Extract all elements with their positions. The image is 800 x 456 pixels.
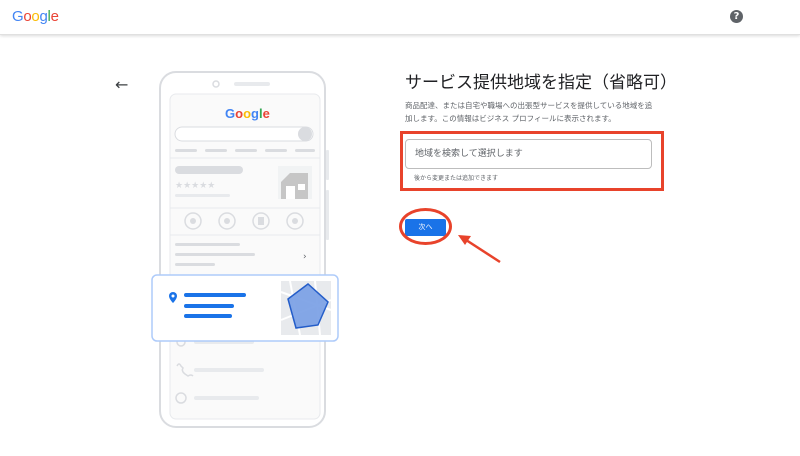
phone-chevron-right-icon: › (303, 252, 307, 262)
phone-illustration-svg: Google ★★★★★ › (151, 71, 339, 428)
google-logo: Google (12, 8, 59, 25)
phone-side-button-2 (326, 190, 329, 240)
page-description: 商品配達、または自宅や職場への出張型サービスを提供している地域を追加します。この… (405, 101, 653, 123)
annotation-arrow (462, 236, 501, 264)
phone-search-bar (174, 126, 314, 142)
annotation-arrow-head (458, 235, 471, 245)
annotation-circle (399, 208, 452, 245)
phone-illustration: Google ★★★★★ › (150, 70, 350, 436)
phone-google-logo: Google (225, 106, 270, 121)
phone-search-button (298, 127, 312, 141)
help-icon[interactable]: ? (730, 10, 743, 23)
phone-speaker (234, 82, 270, 86)
phone-side-button (326, 150, 329, 180)
page-title: サービス提供地域を指定（省略可） (405, 73, 677, 93)
top-bar: Google ? (0, 0, 800, 35)
phone-stars: ★★★★★ (175, 181, 215, 191)
back-arrow-icon[interactable]: ← (115, 75, 128, 94)
logo-letter: g (39, 8, 48, 25)
logo-letter: G (12, 8, 24, 25)
annotation-highlight-box (400, 131, 664, 191)
logo-letter: e (50, 8, 59, 25)
